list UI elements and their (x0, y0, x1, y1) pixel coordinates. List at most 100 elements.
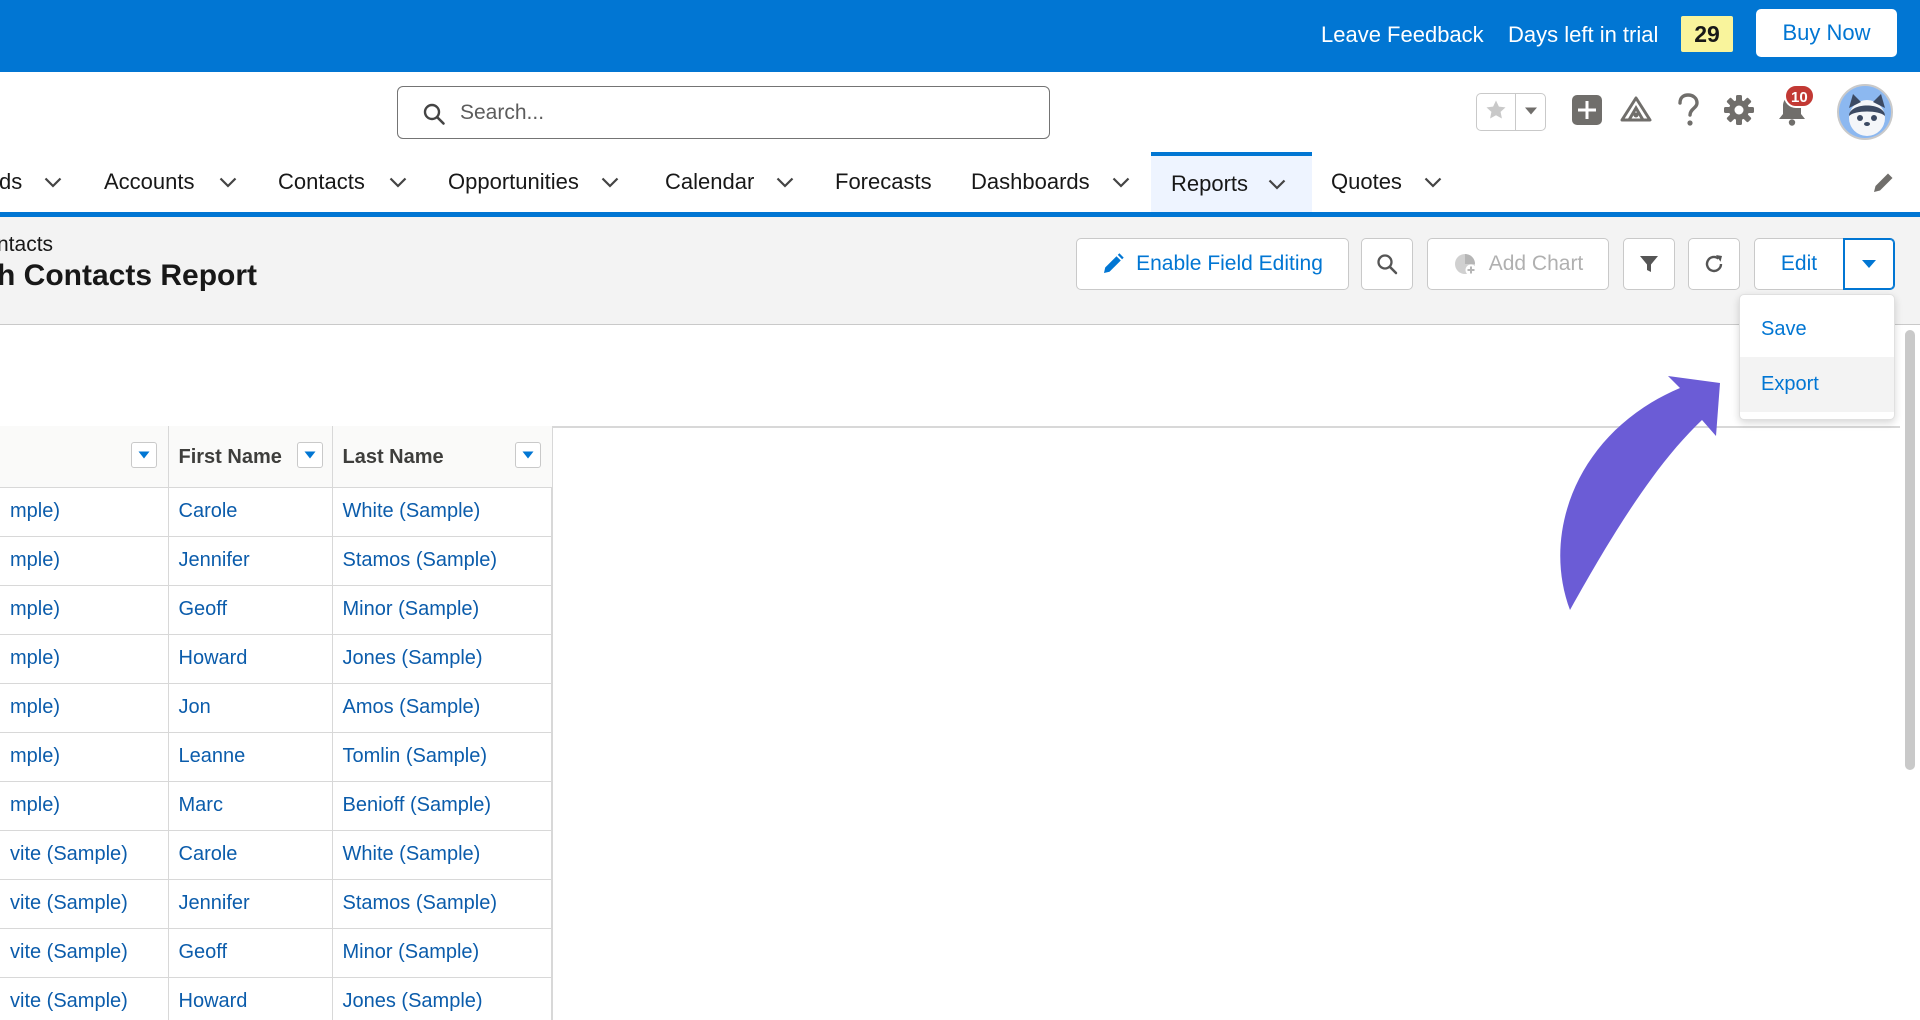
column-menu-button[interactable] (131, 442, 157, 468)
trailhead-button[interactable] (1617, 92, 1655, 132)
nav-item-label: ds (0, 169, 23, 194)
last-name-cell[interactable]: Benioff (Sample) (332, 781, 553, 831)
chevron-down-icon[interactable] (601, 177, 619, 188)
edit-button[interactable]: Edit (1754, 238, 1844, 290)
table-row: vite (Sample) Geoff Minor (Sample) (0, 928, 553, 978)
edit-nav-button[interactable] (1870, 170, 1896, 196)
menu-item-export[interactable]: Export (1740, 357, 1894, 412)
search-input[interactable] (460, 96, 1020, 129)
chevron-down-icon[interactable] (776, 177, 794, 188)
page-title: h Contacts Report (0, 259, 258, 292)
chevron-down-icon[interactable] (1268, 179, 1286, 190)
nav-item-forecasts[interactable]: Forecasts (835, 152, 932, 212)
first-name-cell[interactable]: Carole (168, 830, 333, 880)
chevron-down-icon (1524, 103, 1538, 121)
account-cell[interactable]: vite (Sample) (0, 830, 169, 880)
account-cell[interactable]: mple) (0, 634, 169, 684)
last-name-cell[interactable]: Minor (Sample) (332, 585, 553, 635)
help-button[interactable] (1669, 92, 1707, 132)
global-header: 10 (0, 72, 1920, 152)
avatar[interactable] (1837, 84, 1893, 140)
nav-item-label: Accounts (104, 169, 195, 194)
account-cell[interactable]: vite (Sample) (0, 977, 169, 1020)
last-name-cell[interactable]: Minor (Sample) (332, 928, 553, 978)
account-cell[interactable]: vite (Sample) (0, 928, 169, 978)
chevron-down-icon[interactable] (219, 177, 237, 188)
last-name-cell[interactable]: Jones (Sample) (332, 977, 553, 1020)
report-table-container: First Name Last Name mple) Carole White (S… (0, 426, 553, 1020)
nav-item-label: Contacts (278, 169, 365, 194)
menu-item-save[interactable]: Save (1740, 302, 1894, 357)
leave-feedback-link[interactable]: Leave Feedback (1321, 0, 1484, 72)
first-name-cell[interactable]: Howard (168, 634, 333, 684)
chevron-down-icon[interactable] (389, 177, 407, 188)
refresh-button[interactable] (1688, 238, 1740, 290)
add-chart-button[interactable]: Add Chart (1427, 238, 1609, 290)
global-actions-button[interactable] (1568, 92, 1606, 132)
last-name-cell[interactable]: White (Sample) (332, 830, 553, 880)
first-name-cell[interactable]: Geoff (168, 585, 333, 635)
account-cell[interactable]: mple) (0, 683, 169, 733)
account-cell[interactable]: mple) (0, 487, 169, 537)
global-search[interactable] (397, 86, 1050, 139)
last-name-cell[interactable]: Tomlin (Sample) (332, 732, 553, 782)
favorites-group (1476, 93, 1546, 131)
first-name-cell[interactable]: Jennifer (168, 536, 333, 586)
nav-item-reports[interactable]: Reports (1151, 152, 1312, 212)
first-name-cell[interactable]: Jennifer (168, 879, 333, 929)
last-name-cell[interactable]: White (Sample) (332, 487, 553, 537)
account-cell[interactable]: vite (Sample) (0, 879, 169, 929)
column-header-last-name[interactable]: Last Name (332, 426, 553, 488)
app-nav-bar: ds Accounts Contacts Opportunities Calen… (0, 152, 1920, 217)
filter-button[interactable] (1623, 238, 1675, 290)
days-left-badge: 29 (1681, 16, 1733, 52)
refresh-icon (1703, 253, 1725, 275)
last-name-cell[interactable]: Stamos (Sample) (332, 536, 553, 586)
nav-item-opportunities[interactable]: Opportunities (448, 152, 619, 212)
column-menu-button[interactable] (296, 442, 323, 468)
first-name-cell[interactable]: Howard (168, 977, 333, 1020)
setup-button[interactable] (1720, 92, 1758, 132)
table-row: vite (Sample) Carole White (Sample) (0, 830, 553, 880)
nav-item-label: Opportunities (448, 169, 579, 194)
chevron-down-icon[interactable] (44, 177, 62, 188)
account-cell[interactable]: mple) (0, 536, 169, 586)
last-name-cell[interactable]: Jones (Sample) (332, 634, 553, 684)
column-menu-button[interactable] (514, 442, 541, 468)
chevron-down-icon[interactable] (1112, 177, 1130, 188)
chevron-down-icon[interactable] (1424, 177, 1442, 188)
favorites-button[interactable] (1477, 94, 1517, 130)
help-icon (1676, 92, 1700, 132)
last-name-cell[interactable]: Stamos (Sample) (332, 879, 553, 929)
nav-item-label: Quotes (1331, 169, 1402, 194)
first-name-cell[interactable]: Geoff (168, 928, 333, 978)
table-row: mple) Carole White (Sample) (0, 487, 553, 537)
filter-icon (1639, 254, 1659, 274)
last-name-cell[interactable]: Amos (Sample) (332, 683, 553, 733)
column-header-account[interactable] (0, 426, 169, 488)
account-cell[interactable]: mple) (0, 585, 169, 635)
enable-field-editing-button[interactable]: Enable Field Editing (1076, 238, 1349, 290)
table-row: mple) Jennifer Stamos (Sample) (0, 536, 553, 586)
first-name-cell[interactable]: Leanne (168, 732, 333, 782)
nav-item-calendar[interactable]: Calendar (665, 152, 794, 212)
search-report-button[interactable] (1361, 238, 1413, 290)
nav-item-quotes[interactable]: Quotes (1331, 152, 1442, 212)
account-cell[interactable]: mple) (0, 732, 169, 782)
vertical-scrollbar[interactable] (1905, 330, 1915, 770)
more-actions-button[interactable] (1843, 238, 1895, 290)
account-cell[interactable]: mple) (0, 781, 169, 831)
report-table: First Name Last Name mple) Carole White (S… (0, 426, 553, 1020)
first-name-cell[interactable]: Jon (168, 683, 333, 733)
nav-item-leads[interactable]: ds (0, 152, 62, 212)
nav-item-dashboards[interactable]: Dashboards (971, 152, 1130, 212)
nav-item-accounts[interactable]: Accounts (104, 152, 237, 212)
days-left-label: Days left in trial (1508, 22, 1659, 47)
favorites-menu-button[interactable] (1516, 94, 1545, 130)
nav-item-contacts[interactable]: Contacts (278, 152, 407, 212)
first-name-cell[interactable]: Carole (168, 487, 333, 537)
buy-now-button[interactable]: Buy Now (1756, 9, 1897, 57)
first-name-cell[interactable]: Marc (168, 781, 333, 831)
column-header-first-name[interactable]: First Name (168, 426, 333, 488)
report-page-header: ntacts h Contacts Report Enable Field Ed… (0, 217, 1920, 325)
